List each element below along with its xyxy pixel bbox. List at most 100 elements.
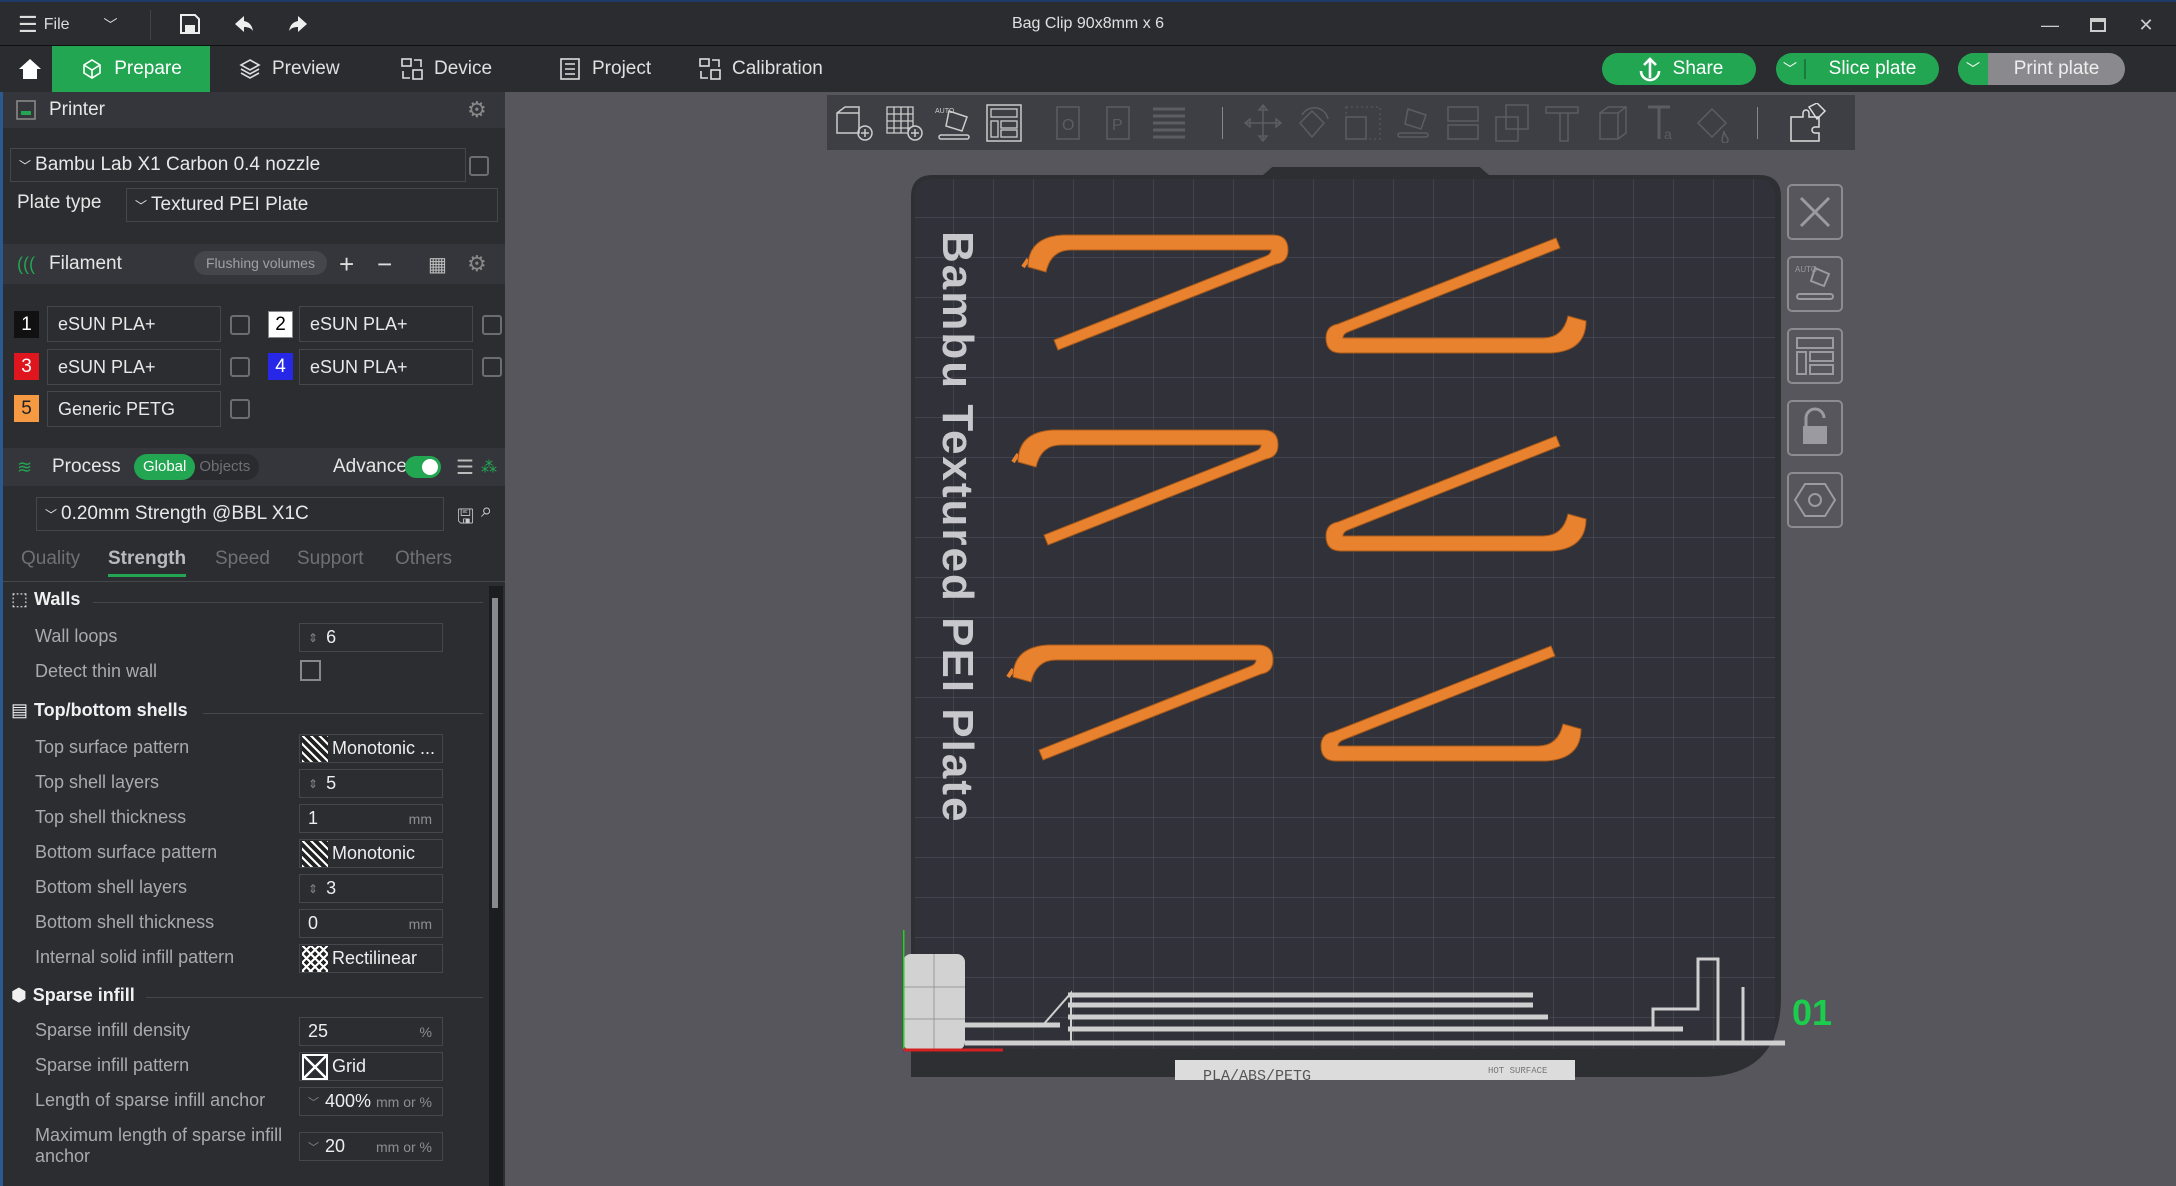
sparse-infill-density-input[interactable]: 25% xyxy=(299,1017,443,1046)
add-plate-icon[interactable] xyxy=(883,103,925,143)
filament-1-select[interactable]: eSUN PLA+ xyxy=(47,306,221,342)
seam-painting-icon[interactable] xyxy=(1592,103,1634,143)
lay-on-face-icon[interactable] xyxy=(1392,103,1434,143)
tab-preview[interactable]: Preview xyxy=(238,46,340,92)
filament-sync-icon[interactable]: ▦ xyxy=(428,252,447,277)
sparse-infill-pattern-select[interactable]: Grid xyxy=(299,1052,443,1081)
stepper-icon[interactable]: ⇕ xyxy=(308,882,318,896)
tab-strength[interactable]: Strength xyxy=(108,548,187,577)
move-icon[interactable] xyxy=(1242,103,1284,143)
advance-toggle[interactable] xyxy=(405,456,441,478)
split-objects-icon[interactable]: O xyxy=(1049,103,1091,143)
build-plate[interactable]: PLA/ABS/PETG HOT SURFACE Bambu Textured … xyxy=(903,167,1787,1080)
text-icon[interactable]: a xyxy=(1642,103,1684,143)
share-button[interactable]: Share xyxy=(1602,53,1756,85)
home-button[interactable] xyxy=(10,46,50,92)
remove-filament-button[interactable]: − xyxy=(377,249,392,280)
close-window-button[interactable]: ✕ xyxy=(2126,10,2166,40)
bottom-shell-layers-stepper[interactable]: ⇕ 3 xyxy=(299,874,443,903)
edit-icon[interactable] xyxy=(482,357,502,377)
global-option[interactable]: Global xyxy=(134,454,196,480)
arrange-icon[interactable] xyxy=(983,103,1025,143)
tab-others[interactable]: Others xyxy=(395,548,452,570)
objects-option[interactable]: Objects xyxy=(195,454,254,480)
stepper-icon[interactable]: ⇕ xyxy=(308,631,318,645)
support-painting-icon[interactable] xyxy=(1542,103,1584,143)
color-painting-icon[interactable] xyxy=(1692,103,1734,143)
bottom-shell-thickness-input[interactable]: 0 mm xyxy=(299,909,443,938)
top-surface-pattern-select[interactable]: Monotonic ... xyxy=(299,734,443,763)
printer-preset-select[interactable]: ﹀ Bambu Lab X1 Carbon 0.4 nozzle xyxy=(10,148,466,182)
monotonic-pattern-icon xyxy=(302,840,328,867)
tab-device[interactable]: Device xyxy=(400,46,492,92)
cut-icon[interactable] xyxy=(1442,103,1484,143)
scrollbar-thumb[interactable] xyxy=(492,598,498,908)
edit-icon[interactable] xyxy=(230,357,250,377)
split-parts-icon[interactable]: P xyxy=(1099,103,1141,143)
lock-plate-button[interactable] xyxy=(1787,400,1843,456)
search-icon[interactable]: ⌕ xyxy=(481,500,492,523)
global-objects-toggle[interactable]: Global Objects xyxy=(134,454,259,480)
filament-2-select[interactable]: eSUN PLA+ xyxy=(299,306,473,342)
filament-3-swatch[interactable]: 3 xyxy=(14,353,39,380)
compare-icon[interactable]: ⁂ xyxy=(481,457,497,477)
process-preset-select[interactable]: ﹀ 0.20mm Strength @BBL X1C xyxy=(36,497,444,531)
layers-editing-icon[interactable] xyxy=(1149,103,1191,143)
scrollbar-track[interactable] xyxy=(489,586,503,1186)
filament-3-select[interactable]: eSUN PLA+ xyxy=(47,349,221,385)
top-shell-thickness-input[interactable]: 1 mm xyxy=(299,804,443,833)
filament-4-select[interactable]: eSUN PLA+ xyxy=(299,349,473,385)
gear-icon[interactable]: ⚙ xyxy=(467,251,487,277)
max-sparse-infill-anchor-select[interactable]: ﹀ 20 mm or % xyxy=(299,1132,443,1161)
add-object-icon[interactable] xyxy=(833,103,875,143)
svg-text:a: a xyxy=(1664,126,1672,142)
bottom-surface-pattern-select[interactable]: Monotonic xyxy=(299,839,443,868)
filament-4-swatch[interactable]: 4 xyxy=(268,353,293,380)
edit-icon[interactable] xyxy=(469,156,489,176)
tab-quality[interactable]: Quality xyxy=(21,548,80,570)
tab-calibration[interactable]: Calibration xyxy=(698,46,823,92)
edit-icon[interactable] xyxy=(482,315,502,335)
auto-orient-plate-button[interactable]: AUTO xyxy=(1787,256,1843,312)
assembly-icon[interactable] xyxy=(1787,103,1829,143)
chevron-down-icon[interactable]: ﹀ xyxy=(1776,59,1806,79)
save-preset-icon[interactable]: 🖫 xyxy=(457,502,474,536)
minimize-button[interactable]: — xyxy=(2030,10,2070,40)
plate-settings-button[interactable] xyxy=(1787,472,1843,528)
scale-icon[interactable] xyxy=(1342,103,1384,143)
plate-number[interactable]: 01 xyxy=(1792,992,1832,1034)
edit-icon[interactable] xyxy=(230,399,250,419)
top-shell-layers-stepper[interactable]: ⇕ 5 xyxy=(299,769,443,798)
tab-prepare[interactable]: Prepare xyxy=(52,46,210,92)
flushing-volumes-button[interactable]: Flushing volumes xyxy=(194,251,327,275)
rotate-icon[interactable] xyxy=(1292,103,1334,143)
filament-5-swatch[interactable]: 5 xyxy=(14,395,39,422)
list-icon[interactable]: ☰ xyxy=(456,455,474,480)
3d-viewport[interactable]: AUTO O P a PLA/ABS/PETG HOT SURFACE Bamb… xyxy=(505,92,2176,1186)
delete-plate-button[interactable] xyxy=(1787,184,1843,240)
filament-2-swatch[interactable]: 2 xyxy=(268,311,293,338)
tab-support[interactable]: Support xyxy=(297,548,364,570)
stepper-icon[interactable]: ⇕ xyxy=(308,777,318,791)
gear-icon[interactable]: ⚙ xyxy=(467,97,487,123)
arrange-plate-button[interactable] xyxy=(1787,328,1843,384)
process-section-header: ≋ Process Global Objects Advance ☰ ⁂ xyxy=(3,448,505,486)
slice-plate-button[interactable]: ﹀ Slice plate xyxy=(1776,53,1939,85)
boolean-icon[interactable] xyxy=(1492,103,1534,143)
detect-thin-wall-checkbox[interactable] xyxy=(300,660,321,681)
auto-orient-icon[interactable]: AUTO xyxy=(933,103,975,143)
tab-project[interactable]: Project xyxy=(558,46,651,92)
maximize-button[interactable] xyxy=(2078,10,2118,40)
filament-5-select[interactable]: Generic PETG xyxy=(47,391,221,427)
tab-speed[interactable]: Speed xyxy=(215,548,270,570)
internal-solid-infill-pattern-select[interactable]: Rectilinear xyxy=(299,944,443,973)
wall-loops-stepper[interactable]: ⇕ 6 xyxy=(299,623,443,652)
chevron-down-icon[interactable]: ﹀ xyxy=(1958,53,1988,85)
svg-text:O: O xyxy=(1062,117,1074,134)
edit-icon[interactable] xyxy=(230,315,250,335)
add-filament-button[interactable]: + xyxy=(339,249,354,280)
sparse-infill-anchor-select[interactable]: ﹀ 400% mm or % xyxy=(299,1087,443,1116)
print-plate-button[interactable]: ﹀ Print plate xyxy=(1958,53,2125,85)
filament-1-swatch[interactable]: 1 xyxy=(14,311,39,338)
plate-type-select[interactable]: ﹀ Textured PEI Plate xyxy=(126,188,498,222)
